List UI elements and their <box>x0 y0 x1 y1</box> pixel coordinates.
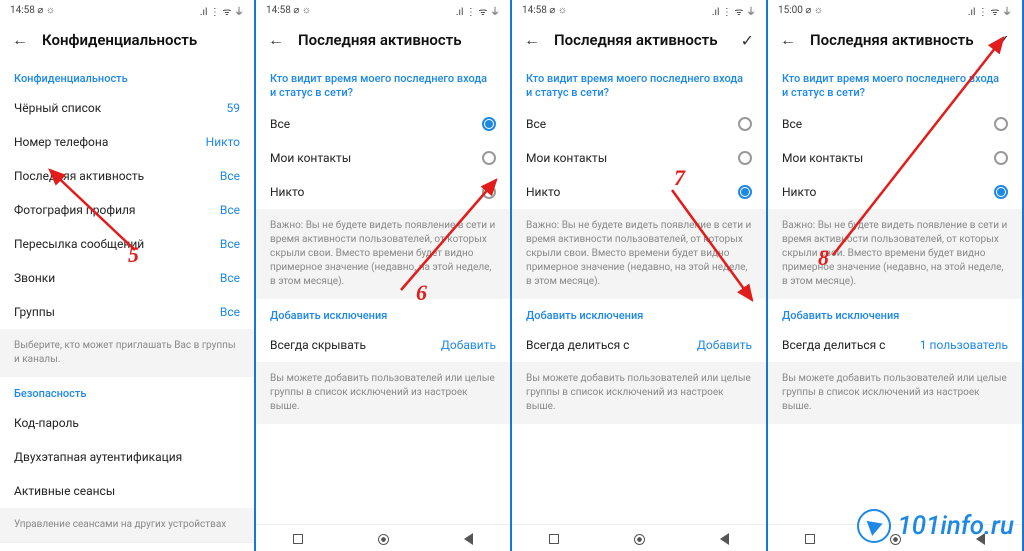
exceptions-hint: Вы можете добавить пользователей или цел… <box>768 362 1022 424</box>
radio-icon <box>738 151 752 165</box>
status-bar: 14:58 ⌀ ☼ .ıl ⋮ ᯤ ⏚ <box>256 0 510 20</box>
status-bar: 15:00 ⌀ ☼ .ıl ⋮ ᯤ ⏚ <box>768 0 1022 20</box>
page-title: Последняя активность <box>554 31 727 49</box>
section-exceptions: Добавить исключения <box>256 299 510 328</box>
row-photo[interactable]: Фотография профиляВсе <box>0 193 254 227</box>
page-title: Последняя активность <box>810 31 983 49</box>
nav-home-icon[interactable] <box>634 534 645 545</box>
important-hint: Важно: Вы не будете видеть появление в с… <box>768 209 1022 299</box>
radio-all[interactable]: Все <box>768 107 1022 141</box>
radio-nobody[interactable]: Никто <box>256 175 510 209</box>
back-icon[interactable]: ← <box>780 30 796 50</box>
row-groups[interactable]: ГруппыВсе <box>0 295 254 329</box>
section-privacy: Конфиденциальность <box>0 62 254 91</box>
row-twofa[interactable]: Двухэтапная аутентификация <box>0 440 254 474</box>
page-title: Конфиденциальность <box>42 31 242 49</box>
android-navbar <box>768 524 1022 551</box>
row-blacklist[interactable]: Чёрный список59 <box>0 91 254 125</box>
section-question: Кто видит время моего последнего входа и… <box>256 62 510 107</box>
nav-recent-icon[interactable] <box>293 534 303 544</box>
section-security: Безопасность <box>0 377 254 406</box>
nav-home-icon[interactable] <box>890 534 901 545</box>
back-icon[interactable]: ← <box>12 30 28 50</box>
android-navbar <box>0 542 254 551</box>
status-bar: 14:58 ⌀ ☼ .ıl ⋮ ᯤ ⏚ <box>512 0 766 20</box>
row-always-share[interactable]: Всегда делиться с1 пользователь <box>768 328 1022 362</box>
nav-recent-icon[interactable] <box>549 534 559 544</box>
section-exceptions: Добавить исключения <box>768 299 1022 328</box>
phone-screen-4: 15:00 ⌀ ☼ .ıl ⋮ ᯤ ⏚ ← Последняя активнос… <box>768 0 1024 551</box>
radio-icon <box>994 117 1008 131</box>
radio-icon <box>482 117 496 131</box>
radio-icon <box>738 117 752 131</box>
phone-screen-1: 14:58 ⌀ ☼ .ıl ⋮ ᯤ ⏚ ← Конфиденциальность… <box>0 0 256 551</box>
row-lastseen[interactable]: Последняя активностьВсе <box>0 159 254 193</box>
radio-icon <box>738 185 752 199</box>
nav-back-icon[interactable] <box>464 533 473 545</box>
header: ← Последняя активность ✓ <box>768 20 1022 62</box>
sessions-hint: Управление сеансами на других устройства… <box>0 508 254 542</box>
exceptions-hint: Вы можете добавить пользователей или цел… <box>256 362 510 424</box>
phone-screen-2: 14:58 ⌀ ☼ .ıl ⋮ ᯤ ⏚ ← Последняя активнос… <box>256 0 512 551</box>
radio-all[interactable]: Все <box>256 107 510 141</box>
header: ← Последняя активность ✓ <box>512 20 766 62</box>
header: ← Конфиденциальность <box>0 20 254 62</box>
row-always-hide[interactable]: Всегда скрыватьДобавить <box>256 328 510 362</box>
radio-contacts[interactable]: Мои контакты <box>512 141 766 175</box>
radio-icon <box>994 185 1008 199</box>
section-exceptions: Добавить исключения <box>512 299 766 328</box>
radio-icon <box>482 185 496 199</box>
android-navbar <box>256 524 510 551</box>
section-question: Кто видит время моего последнего входа и… <box>768 62 1022 107</box>
row-calls[interactable]: ЗвонкиВсе <box>0 261 254 295</box>
status-bar: 14:58 ⌀ ☼ .ıl ⋮ ᯤ ⏚ <box>0 0 254 20</box>
important-hint: Важно: Вы не будете видеть появление в с… <box>512 209 766 299</box>
groups-hint: Выберите, кто может приглашать Вас в гру… <box>0 329 254 377</box>
radio-nobody[interactable]: Никто <box>512 175 766 209</box>
radio-nobody[interactable]: Никто <box>768 175 1022 209</box>
nav-home-icon[interactable] <box>378 534 389 545</box>
confirm-check-icon[interactable]: ✓ <box>997 31 1010 50</box>
nav-back-icon[interactable] <box>720 533 729 545</box>
row-phone[interactable]: Номер телефонаНикто <box>0 125 254 159</box>
exceptions-hint: Вы можете добавить пользователей или цел… <box>512 362 766 424</box>
back-icon[interactable]: ← <box>524 30 540 50</box>
radio-all[interactable]: Все <box>512 107 766 141</box>
header: ← Последняя активность <box>256 20 510 62</box>
row-sessions[interactable]: Активные сеансы <box>0 474 254 508</box>
back-icon[interactable]: ← <box>268 30 284 50</box>
phone-screen-3: 14:58 ⌀ ☼ .ıl ⋮ ᯤ ⏚ ← Последняя активнос… <box>512 0 768 551</box>
nav-recent-icon[interactable] <box>805 534 815 544</box>
nav-back-icon[interactable] <box>976 533 985 545</box>
page-title: Последняя активность <box>298 31 498 49</box>
radio-icon <box>482 151 496 165</box>
important-hint: Важно: Вы не будете видеть появление в с… <box>256 209 510 299</box>
row-forward[interactable]: Пересылка сообщенийВсе <box>0 227 254 261</box>
radio-icon <box>994 151 1008 165</box>
radio-contacts[interactable]: Мои контакты <box>768 141 1022 175</box>
radio-contacts[interactable]: Мои контакты <box>256 141 510 175</box>
row-always-share[interactable]: Всегда делиться сДобавить <box>512 328 766 362</box>
section-question: Кто видит время моего последнего входа и… <box>512 62 766 107</box>
row-passcode[interactable]: Код-пароль <box>0 406 254 440</box>
android-navbar <box>512 524 766 551</box>
confirm-check-icon[interactable]: ✓ <box>741 31 754 50</box>
